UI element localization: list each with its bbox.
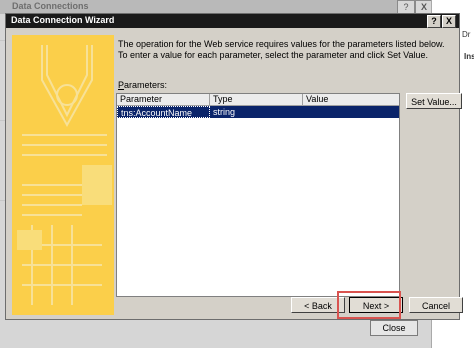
help-icon[interactable]: ? — [397, 0, 415, 14]
parameters-label: Parameters: — [118, 80, 167, 90]
column-header-value[interactable]: Value — [303, 94, 399, 105]
cell-parameter: tns:AccountName — [117, 106, 210, 118]
column-header-type[interactable]: Type — [210, 94, 303, 105]
task-pane-section: Ins — [464, 52, 474, 61]
data-connection-wizard: Data Connection Wizard ? X The operation… — [5, 13, 463, 320]
wizard-side-graphic — [12, 35, 114, 315]
column-header-parameter[interactable]: Parameter — [117, 94, 210, 105]
wizard-titlebar: Data Connection Wizard ? X — [6, 14, 459, 28]
wizard-description: The operation for the Web service requir… — [118, 39, 445, 60]
cell-value — [303, 106, 399, 118]
parameters-grid[interactable]: Parameter Type Value tns:AccountName str… — [116, 93, 400, 297]
close-button[interactable]: Close — [370, 320, 418, 336]
cell-type: string — [213, 107, 236, 117]
wizard-help-icon[interactable]: ? — [427, 15, 441, 28]
next-button-highlight — [337, 291, 401, 319]
wizard-close-icon[interactable]: X — [442, 15, 456, 28]
task-pane-label: Dr — [462, 30, 471, 39]
parameters-label-text: arameters: — [124, 80, 168, 90]
data-connections-titlebar: Data Connections ? X — [0, 0, 474, 14]
data-connections-title: Data Connections — [12, 1, 89, 11]
cancel-button[interactable]: Cancel — [409, 297, 463, 313]
set-value-button[interactable]: Set Value... — [406, 93, 462, 109]
side-graphic-icon — [17, 45, 112, 305]
grid-header: Parameter Type Value — [117, 94, 399, 106]
table-row[interactable]: tns:AccountName string — [117, 106, 399, 118]
wizard-title: Data Connection Wizard — [11, 15, 115, 25]
